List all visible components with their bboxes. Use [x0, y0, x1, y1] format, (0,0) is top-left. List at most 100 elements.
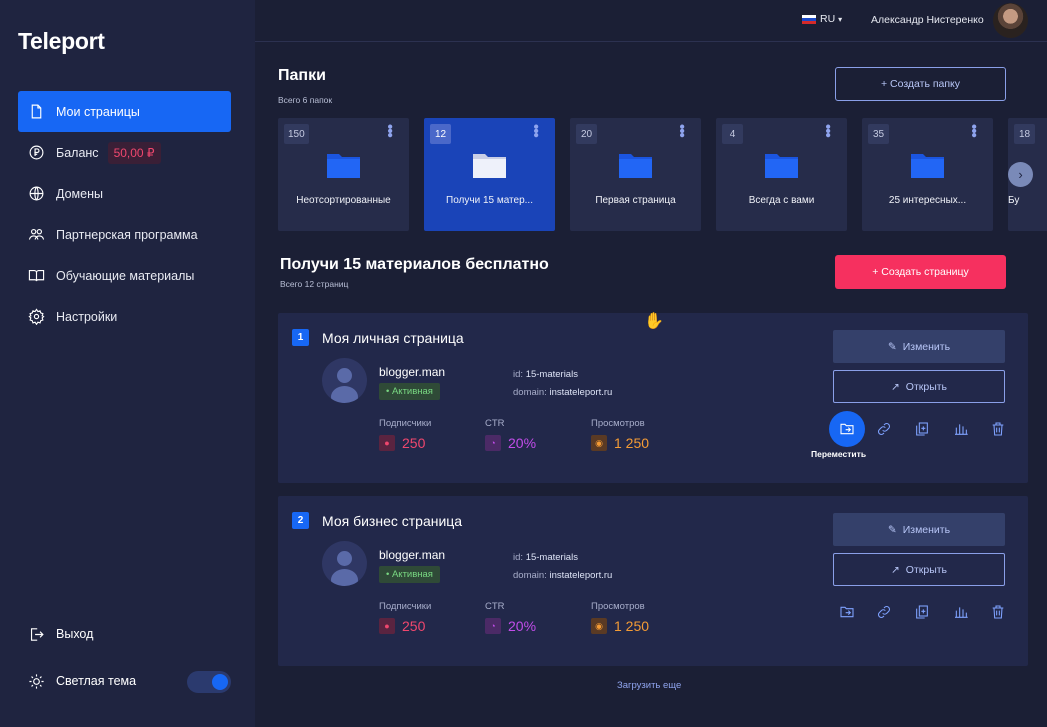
- id-value: 15-materials: [525, 369, 578, 380]
- page-id: id: 15-materials: [513, 369, 578, 380]
- page-card: 1 Моя личная страница blogger.man • Акти…: [278, 313, 1028, 483]
- delete-button[interactable]: [982, 413, 1014, 445]
- folder-card[interactable]: 4 ••• Всегда с вами: [716, 118, 847, 231]
- stats-button[interactable]: [945, 596, 977, 628]
- views-stat: ◉ 1 250: [591, 435, 649, 451]
- move-button[interactable]: [829, 411, 865, 447]
- folder-icon: [619, 154, 652, 178]
- more-vertical-icon[interactable]: •••: [381, 124, 398, 137]
- page-title: Моя бизнес страница: [322, 513, 463, 529]
- language-label: RU: [820, 13, 836, 25]
- language-selector[interactable]: RU ▾: [802, 13, 842, 25]
- folder-count: 150: [284, 124, 309, 144]
- russia-flag-icon: [802, 14, 816, 24]
- folder-count: 18: [1014, 124, 1035, 144]
- user-icon: ●: [379, 435, 395, 451]
- ctr-value: 20%: [508, 618, 537, 634]
- balance-badge: 50,00 ₽: [107, 141, 161, 164]
- duplicate-button[interactable]: [906, 413, 938, 445]
- ctr-stat: ◔ 20%: [485, 435, 536, 451]
- logo[interactable]: Teleport: [18, 28, 105, 55]
- bar-chart-icon: [955, 424, 968, 435]
- sidebar-item-domains[interactable]: Домены: [18, 173, 231, 214]
- file-icon: [27, 103, 45, 121]
- sidebar-item-settings[interactable]: Настройки: [18, 296, 231, 337]
- folder-icon: [765, 154, 798, 178]
- load-more-link[interactable]: Загрузить еще: [617, 680, 681, 691]
- folder-move-icon: [840, 606, 854, 618]
- folder-count: 12: [430, 124, 451, 144]
- domain-label: domain:: [513, 387, 547, 398]
- open-button[interactable]: ↗ Открыть: [833, 553, 1005, 586]
- ctr-stat: ◔ 20%: [485, 618, 536, 634]
- open-button[interactable]: ↗ Открыть: [833, 370, 1005, 403]
- page-avatar: [322, 541, 367, 586]
- page-number: 2: [292, 512, 309, 529]
- page-avatar: [322, 358, 367, 403]
- share-icon: ↗: [890, 380, 900, 393]
- sidebar-item-label: Обучающие материалы: [56, 268, 195, 283]
- folders-title: Папки: [278, 67, 326, 84]
- page-id: id: 15-materials: [513, 552, 578, 563]
- sun-icon: [27, 672, 45, 690]
- more-vertical-icon[interactable]: •••: [673, 124, 690, 137]
- folder-move-icon: [840, 423, 854, 435]
- stats-button[interactable]: [945, 413, 977, 445]
- globe-icon: [27, 185, 45, 203]
- pencil-icon: ✎: [887, 340, 897, 353]
- more-vertical-icon[interactable]: •••: [965, 124, 982, 137]
- ctr-label: CTR: [485, 418, 505, 429]
- trash-icon: [992, 605, 1004, 619]
- folder-card[interactable]: 35 ••• 25 интересных...: [862, 118, 993, 231]
- sidebar-item-balance[interactable]: Баланс 50,00 ₽: [18, 132, 231, 173]
- sidebar-item-label: Баланс: [56, 145, 99, 160]
- folder-icon: [911, 154, 944, 178]
- logout-button[interactable]: Выход: [27, 625, 93, 643]
- create-page-button[interactable]: + Создать страницу: [835, 255, 1006, 289]
- move-button[interactable]: [831, 596, 863, 628]
- ctr-value: 20%: [508, 435, 537, 451]
- carousel-next-button[interactable]: ›: [1008, 162, 1033, 187]
- edit-label: Изменить: [902, 523, 951, 536]
- copy-link-button[interactable]: [868, 413, 900, 445]
- open-label: Открыть: [905, 380, 948, 393]
- sidebar-item-partners[interactable]: Партнерская программа: [18, 214, 231, 255]
- create-folder-button[interactable]: + Создать папку: [835, 67, 1006, 101]
- user-icon: ●: [379, 618, 395, 634]
- sidebar-item-label: Мои страницы: [56, 104, 140, 119]
- ctr-label: CTR: [485, 601, 505, 612]
- folders-count: Всего 6 папок: [278, 95, 333, 105]
- sidebar-item-my-pages[interactable]: Мои страницы: [18, 91, 231, 132]
- sidebar-item-materials[interactable]: Обучающие материалы: [18, 255, 231, 296]
- id-label: id:: [513, 369, 524, 380]
- theme-switcher: Светлая тема: [27, 671, 231, 693]
- folder-label: Неотсортированные: [296, 195, 391, 206]
- duplicate-button[interactable]: [906, 596, 938, 628]
- status-badge: • Активная: [379, 383, 440, 400]
- views-value: 1 250: [614, 435, 650, 451]
- more-vertical-icon[interactable]: •••: [527, 124, 544, 137]
- status-badge: • Активная: [379, 566, 440, 583]
- folder-card[interactable]: 12 ••• Получи 15 матер...: [424, 118, 555, 231]
- user-avatar[interactable]: [993, 3, 1028, 38]
- folder-count: 4: [722, 124, 743, 144]
- edit-button[interactable]: ✎ Изменить: [833, 330, 1005, 363]
- copy-link-button[interactable]: [868, 596, 900, 628]
- theme-toggle[interactable]: [187, 671, 231, 693]
- subscribers-stat: ● 250: [379, 618, 425, 634]
- page-username: blogger.man: [379, 365, 446, 379]
- sidebar-nav: Мои страницы Баланс 50,00 ₽ Домены Партн…: [18, 91, 231, 337]
- pie-chart-icon: ◔: [485, 618, 501, 634]
- more-vertical-icon[interactable]: •••: [819, 124, 836, 137]
- edit-button[interactable]: ✎ Изменить: [833, 513, 1005, 546]
- folder-card[interactable]: 150 ••• Неотсортированные: [278, 118, 409, 231]
- move-tooltip: Переместить: [811, 449, 867, 459]
- eye-icon: ◉: [591, 435, 607, 451]
- user-name[interactable]: Александр Нистеренко: [871, 14, 984, 26]
- delete-button[interactable]: [982, 596, 1014, 628]
- subscribers-label: Подписчики: [379, 418, 432, 429]
- id-value: 15-materials: [525, 552, 578, 563]
- folder-count: 20: [576, 124, 597, 144]
- folder-label: Всегда с вами: [748, 195, 815, 206]
- folder-card[interactable]: 20 ••• Первая страница: [570, 118, 701, 231]
